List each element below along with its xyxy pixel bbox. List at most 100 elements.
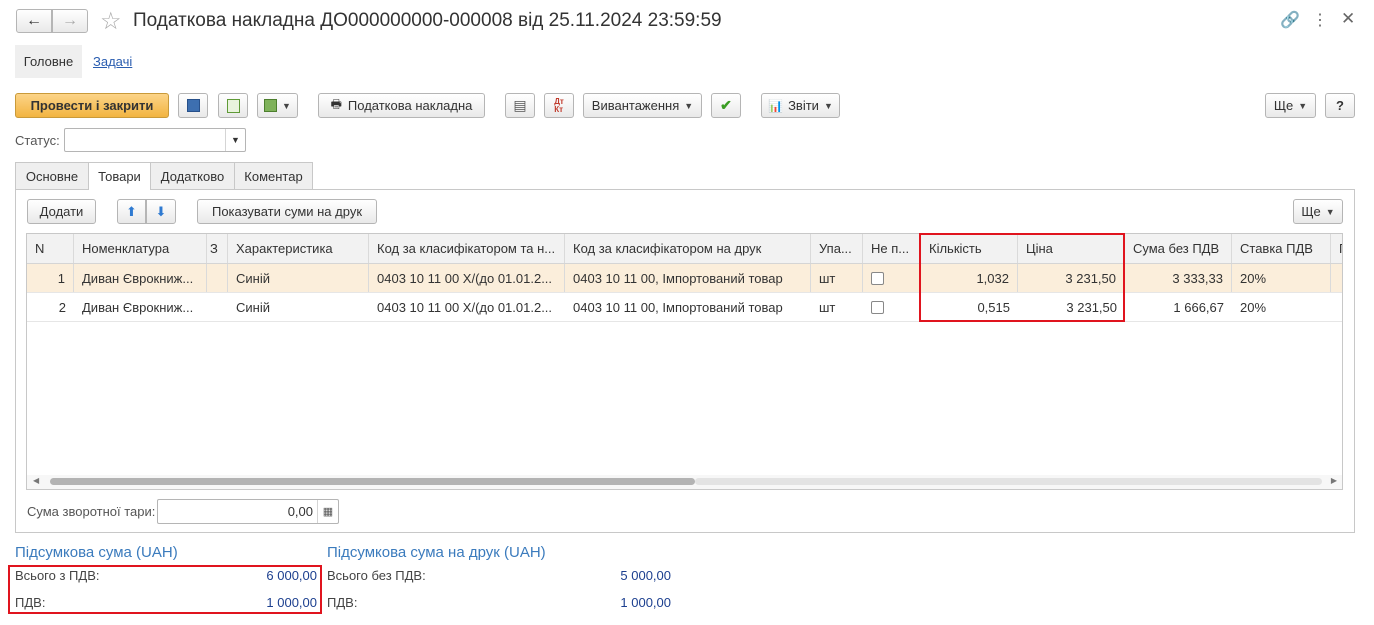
return-tare-value: 0,00 bbox=[287, 504, 313, 519]
table-more-button[interactable]: Ще ▼ bbox=[1293, 199, 1343, 224]
tax-invoice-print-button[interactable]: 🖶 Податкова накладна bbox=[318, 93, 485, 118]
post-and-close-button[interactable]: Провести і закрити bbox=[15, 93, 169, 118]
column-header-n[interactable]: N bbox=[27, 234, 74, 263]
row-number: 2 bbox=[58, 299, 66, 315]
row-nomenclature[interactable]: Диван Єврокниж... bbox=[74, 264, 207, 292]
print-totals-total-label: Всього без ПДВ: bbox=[327, 568, 426, 583]
tab-main[interactable]: Основне bbox=[15, 162, 89, 189]
nav-tab-tasks[interactable]: Задачі bbox=[93, 54, 132, 69]
row-vat-rate[interactable]: 20% bbox=[1232, 264, 1331, 292]
printer-icon: 🖶 bbox=[330, 97, 342, 111]
chevron-down-icon: ▼ bbox=[225, 129, 245, 151]
row-number: 1 bbox=[27, 264, 74, 292]
row-sum-without-vat[interactable]: 3 333,33 bbox=[1125, 264, 1232, 292]
highlight-quantity-price bbox=[919, 233, 1125, 322]
column-header-vat-rate[interactable]: Ставка ПДВ bbox=[1232, 234, 1331, 263]
link-icon[interactable]: 🔗 bbox=[1280, 10, 1300, 30]
favorite-star-icon[interactable]: ☆ bbox=[100, 7, 122, 36]
column-header-not-issued[interactable]: Не п... bbox=[863, 234, 921, 263]
column-header-z[interactable]: З bbox=[207, 234, 228, 263]
not-issued-checkbox[interactable] bbox=[871, 300, 884, 314]
calculator-icon[interactable]: ▦ bbox=[317, 500, 338, 523]
scroll-right-icon[interactable]: ▶ bbox=[1331, 476, 1337, 485]
check-button[interactable]: ✔ bbox=[711, 93, 741, 118]
print-totals-total-value: 5 000,00 bbox=[620, 568, 671, 583]
add-row-button[interactable]: Додати bbox=[27, 199, 96, 224]
totals-title: Підсумкова сума (UAH) bbox=[15, 544, 178, 561]
row-vat-rate[interactable]: 20% bbox=[1232, 293, 1331, 321]
arrow-up-icon: ⬆ bbox=[126, 203, 137, 219]
horizontal-scrollbar[interactable]: ◀ ▶ bbox=[27, 475, 1342, 489]
tab-comment[interactable]: Коментар bbox=[234, 162, 313, 189]
list-icon: ▤ bbox=[513, 97, 527, 113]
forward-button[interactable]: → bbox=[52, 9, 88, 33]
highlight-totals bbox=[8, 565, 322, 614]
print-totals-vat-label: ПДВ: bbox=[327, 595, 358, 610]
row-z bbox=[207, 264, 228, 292]
table-header: N Номенклатура З Характеристика Код за к… bbox=[27, 234, 1342, 264]
row-unit[interactable]: шт bbox=[811, 293, 863, 321]
arrow-left-icon: ← bbox=[26, 12, 42, 29]
debit-credit-icon: Дт Кт bbox=[554, 96, 564, 114]
post-document-button[interactable] bbox=[218, 93, 248, 118]
window-title: Податкова накладна ДО000000000-000008 ві… bbox=[133, 10, 722, 31]
tax-invoice-print-label: Податкова накладна bbox=[347, 98, 473, 113]
column-header-characteristic[interactable]: Характеристика bbox=[228, 234, 369, 263]
move-down-button[interactable]: ⬇ bbox=[146, 199, 176, 224]
print-totals-vat-value: 1 000,00 bbox=[620, 595, 671, 610]
table-row[interactable]: 2 Диван Єврокниж... Синій 0403 10 11 00 … bbox=[27, 293, 1342, 322]
column-header-nomenclature[interactable]: Номенклатура bbox=[74, 234, 207, 263]
show-print-sums-button[interactable]: Показувати суми на друк bbox=[197, 199, 377, 224]
row-sum-without-vat[interactable]: 1 666,67 bbox=[1125, 293, 1232, 321]
post-icon bbox=[226, 98, 240, 113]
row-nomenclature[interactable]: Диван Єврокниж... bbox=[74, 293, 207, 321]
row-classifier-code-print[interactable]: 0403 10 11 00, Імпортований товар bbox=[565, 264, 811, 292]
column-header-classifier-code[interactable]: Код за класифікатором та н... bbox=[369, 234, 565, 263]
reports-icon: 📊 bbox=[768, 98, 784, 113]
close-icon[interactable]: ✕ bbox=[1341, 9, 1355, 29]
back-button[interactable]: ← bbox=[16, 9, 52, 33]
more-button[interactable]: Ще ▼ bbox=[1265, 93, 1316, 118]
row-classifier-code[interactable]: 0403 10 11 00 Х/(до 01.01.2... bbox=[369, 264, 565, 292]
export-label: Вивантаження bbox=[591, 98, 680, 113]
column-header-unit[interactable]: Упа... bbox=[811, 234, 863, 263]
row-characteristic[interactable]: Синій bbox=[228, 264, 369, 292]
row-classifier-code[interactable]: 0403 10 11 00 Х/(до 01.01.2... bbox=[369, 293, 565, 321]
document-list-button[interactable]: ▤ bbox=[505, 93, 535, 118]
status-select[interactable]: ▼ bbox=[64, 128, 246, 152]
print-totals-title: Підсумкова сума на друк (UAH) bbox=[327, 544, 546, 561]
help-button[interactable]: ? bbox=[1325, 93, 1355, 118]
scrollbar-thumb[interactable] bbox=[50, 478, 695, 485]
export-dropdown-button[interactable]: Вивантаження ▼ bbox=[583, 93, 702, 118]
chevron-down-icon: ▼ bbox=[1325, 206, 1335, 217]
save-button[interactable] bbox=[178, 93, 208, 118]
table-more-label: Ще bbox=[1301, 204, 1321, 219]
more-label: Ще bbox=[1273, 98, 1294, 113]
chevron-down-icon: ▼ bbox=[684, 100, 694, 111]
status-label: Статус: bbox=[15, 133, 60, 148]
debit-credit-button[interactable]: Дт Кт bbox=[544, 93, 574, 118]
nav-tab-tasks-label: Задачі bbox=[93, 54, 133, 69]
scroll-left-icon[interactable]: ◀ bbox=[33, 476, 39, 485]
column-header-sum-without-vat[interactable]: Сума без ПДВ bbox=[1125, 234, 1232, 263]
column-header-extra[interactable]: П bbox=[1331, 234, 1342, 263]
goods-table[interactable]: N Номенклатура З Характеристика Код за к… bbox=[26, 233, 1343, 490]
tab-goods[interactable]: Товари bbox=[88, 162, 151, 190]
tab-additional[interactable]: Додатково bbox=[150, 162, 235, 189]
row-characteristic[interactable]: Синій bbox=[228, 293, 369, 321]
reports-dropdown-button[interactable]: 📊 Звіти ▼ bbox=[761, 93, 840, 118]
table-row[interactable]: 1 Диван Єврокниж... Синій 0403 10 11 00 … bbox=[27, 264, 1342, 293]
create-based-on-button[interactable]: ▼ bbox=[257, 93, 298, 118]
row-unit[interactable]: шт bbox=[811, 264, 863, 292]
more-options-icon[interactable]: ⋮ bbox=[1312, 10, 1328, 30]
column-header-classifier-code-print[interactable]: Код за класифікатором на друк bbox=[565, 234, 811, 263]
tab-main-label: Основне bbox=[25, 168, 79, 184]
reports-label: Звіти bbox=[788, 98, 819, 113]
not-issued-checkbox[interactable] bbox=[871, 271, 884, 285]
row-classifier-code-print[interactable]: 0403 10 11 00, Імпортований товар bbox=[565, 293, 811, 321]
floppy-disk-icon bbox=[186, 99, 200, 112]
nav-tab-main[interactable]: Головне bbox=[15, 45, 82, 78]
move-up-button[interactable]: ⬆ bbox=[117, 199, 146, 224]
add-row-label: Додати bbox=[39, 204, 84, 219]
return-tare-field[interactable]: 0,00 ▦ bbox=[157, 499, 339, 524]
